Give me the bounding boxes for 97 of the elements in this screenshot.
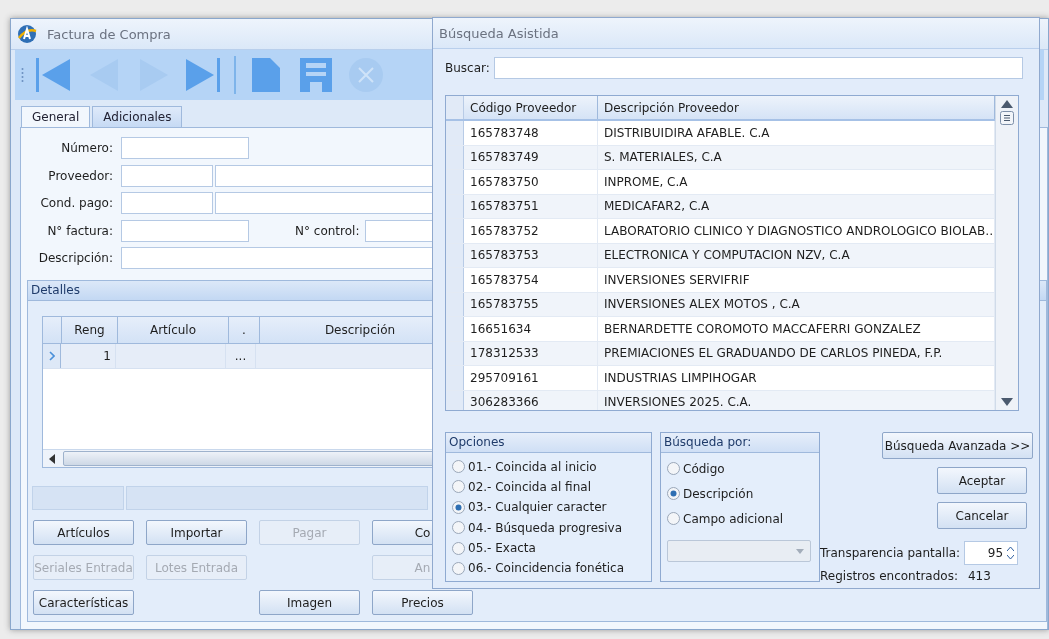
scroll-thumb[interactable]: [1000, 111, 1014, 125]
field-label: N° control:: [295, 223, 360, 238]
input-field[interactable]: [121, 137, 249, 159]
input-field[interactable]: [121, 192, 213, 214]
table-cell: 165783751: [470, 199, 539, 214]
row-selector[interactable]: [446, 121, 464, 145]
table-cell: INVERSIONES 2025. C.A.: [604, 395, 752, 410]
table-cell: INPROME, C.A: [604, 174, 688, 189]
field-label: Buscar:: [445, 61, 490, 75]
radio-option[interactable]: 01.- Coincida al inicio: [452, 459, 651, 474]
action-button[interactable]: Importar: [146, 520, 247, 545]
row-selector[interactable]: [43, 344, 61, 368]
radio-option[interactable]: 03.- Cualquier caracter: [452, 499, 651, 515]
radio-option[interactable]: Código: [667, 461, 819, 476]
spin-field[interactable]: 95: [964, 541, 1019, 565]
table-row[interactable]: 165783751 MEDICAFAR2, C.A: [446, 194, 995, 219]
table-cell: INDUSTRIAS LIMPIHOGAR: [604, 370, 757, 385]
table-cell: 165783750: [470, 174, 539, 189]
grip-icon: [21, 67, 24, 83]
table-cell: 178312533: [470, 346, 539, 361]
field-label: Registros encontrados:: [820, 569, 958, 583]
radio-option[interactable]: 02.- Coincida al final: [452, 479, 651, 495]
action-button[interactable]: Artículos: [33, 520, 134, 545]
table-cell: 165783748: [470, 125, 539, 140]
table-row[interactable]: 295709161 INDUSTRIAS LIMPIHOGAR: [446, 366, 995, 391]
group-title: Búsqueda por:: [661, 433, 819, 453]
table-cell: 165783752: [470, 223, 539, 238]
table-cell: PREMIACIONES EL GRADUANDO DE CARLOS PINEDA, F.P.: [604, 346, 943, 361]
field-label: Transparencia pantalla:: [820, 546, 961, 560]
radio-icon[interactable]: [452, 521, 465, 535]
table-cell: BERNARDETTE COROMOTO MACCAFERRI GONZALEZ: [604, 321, 921, 336]
input-field[interactable]: [121, 164, 213, 187]
caret-icon: [796, 548, 804, 554]
table-cell: 165783749: [470, 150, 539, 165]
action-button[interactable]: Imagen: [259, 590, 360, 615]
field-label: Número:: [60, 141, 114, 155]
table-cell: MEDICAFAR2, C.A: [604, 199, 710, 214]
accept-button[interactable]: Aceptar: [937, 467, 1027, 494]
radio-icon[interactable]: [452, 561, 465, 575]
radio-option[interactable]: Campo adicional: [667, 511, 819, 526]
table-cell: DISTRIBUIDIRA AFABLE. C.A: [604, 125, 770, 140]
input-field[interactable]: [121, 219, 249, 242]
action-button[interactable]: Precios: [372, 590, 473, 615]
column-header[interactable]: Artículo: [118, 317, 229, 343]
radio-icon[interactable]: [667, 462, 680, 475]
tab[interactable]: Adicionales: [92, 106, 183, 127]
field-label: N° factura:: [46, 223, 114, 238]
advanced-search-button[interactable]: Búsqueda Avanzada >>: [882, 432, 1033, 459]
action-button[interactable]: Características: [33, 590, 134, 615]
table-row[interactable]: 165783753 ELECTRONICA Y COMPUTACION NZV, C.A: [446, 243, 995, 268]
spin-arrows-icon[interactable]: [1007, 546, 1015, 560]
table-row[interactable]: 165783749 S. MATERIALES, C.A: [446, 145, 995, 170]
group-title: Opciones: [446, 433, 651, 453]
radio-option[interactable]: Descripción: [667, 486, 819, 501]
ellipsis-button[interactable]: ...: [234, 349, 247, 363]
table-cell: 16651634: [470, 321, 532, 336]
dialog-title: Búsqueda Asistida: [439, 25, 559, 41]
table-cell: S. MATERIALES, C.A: [604, 150, 722, 165]
table-cell: ELECTRONICA Y COMPUTACION NZV, C.A: [604, 248, 850, 263]
table-cell: 306283366: [470, 395, 539, 410]
table-row[interactable]: 165783754 INVERSIONES SERVIFRIF: [446, 268, 995, 293]
table-row[interactable]: 16651634 BERNARDETTE COROMOTO MACCAFERRI GONZALEZ: [446, 317, 995, 342]
dropdown[interactable]: [667, 540, 811, 562]
radio-icon[interactable]: [452, 480, 465, 494]
table-row[interactable]: 165783755 INVERSIONES ALEX MOTOS , C.A: [446, 292, 995, 317]
scroll-down-icon[interactable]: [1001, 398, 1013, 406]
scroll-left-icon[interactable]: [49, 453, 55, 464]
field-label: Proveedor:: [47, 168, 114, 183]
table-cell: LABORATORIO CLINICO Y DIAGNOSTICO ANDROLOGICO BIOLAB…: [604, 223, 994, 238]
radio-icon[interactable]: [452, 541, 465, 555]
table-row[interactable]: 178312533 PREMIACIONES EL GRADUANDO DE CARLOS PINEDA, F.P.: [446, 341, 995, 366]
table-cell: 1: [103, 349, 111, 363]
table-row[interactable]: 165783752 LABORATORIO CLINICO Y DIAGNOSTICO ANDROLOGICO BIOLAB…: [446, 219, 995, 244]
cancel-button[interactable]: Cancelar: [937, 502, 1027, 529]
field-value: 95: [987, 546, 1004, 560]
tab[interactable]: General: [21, 106, 91, 127]
radio-icon[interactable]: [667, 512, 680, 525]
app-logo-icon: [17, 24, 37, 44]
column-header[interactable]: Código Proveedor: [464, 96, 598, 119]
table-cell: 295709161: [470, 370, 539, 385]
vertical-scrollbar[interactable]: [995, 96, 1018, 410]
column-header[interactable]: .: [229, 317, 260, 343]
search-field[interactable]: [493, 57, 1023, 79]
radio-icon[interactable]: [667, 487, 680, 500]
table-row[interactable]: 306283366 INVERSIONES 2025. C.A.: [446, 390, 995, 410]
window-title: Factura de Compra: [47, 26, 171, 42]
table-cell: 165783753: [470, 248, 539, 263]
record-count: 413: [967, 569, 991, 583]
radio-icon[interactable]: [452, 460, 465, 473]
row-selector[interactable]: [446, 96, 464, 119]
field-label: Cond. pago:: [39, 196, 114, 210]
row-selector[interactable]: [446, 390, 464, 410]
radio-icon[interactable]: [452, 500, 465, 514]
column-header[interactable]: Reng: [62, 317, 118, 343]
field-label: Descripción:: [37, 251, 114, 265]
table-row[interactable]: 165783750 INPROME, C.A: [446, 170, 995, 195]
table-row[interactable]: 165783748 DISTRIBUIDIRA AFABLE. C.A: [446, 121, 995, 146]
